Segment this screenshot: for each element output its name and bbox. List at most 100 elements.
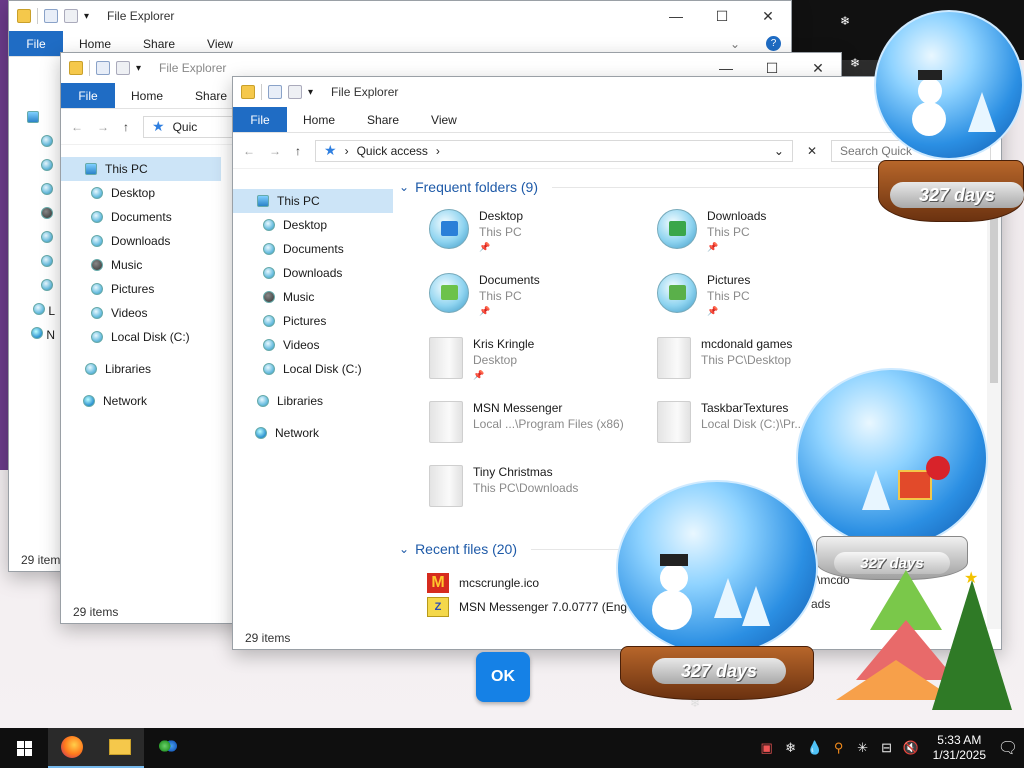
music-icon [263, 291, 275, 303]
tab-share[interactable]: Share [351, 107, 415, 132]
folder-tile-kris-kringle[interactable]: Kris Kringle Desktop 📌 [429, 337, 649, 393]
firefox-icon [61, 736, 83, 758]
tab-file[interactable]: File [9, 31, 63, 56]
christmas-tree-widget[interactable]: ★ [836, 560, 1024, 728]
maximize-button[interactable]: ☐ [699, 1, 745, 31]
breadcrumb-chevron-icon[interactable]: › [436, 144, 440, 158]
clock[interactable]: 5:33 AM 1/31/2025 [933, 733, 986, 763]
sidebar-item-pictures[interactable]: Pictures [233, 309, 393, 333]
sidebar-item-videos[interactable]: Videos [61, 301, 221, 325]
documents-folder-icon [429, 273, 469, 313]
music-icon[interactable] [41, 207, 53, 219]
tab-home[interactable]: Home [287, 107, 351, 132]
videos-icon[interactable] [41, 255, 53, 267]
tray-snowglobe-icon[interactable]: ❄ [783, 740, 799, 756]
forward-arrow-icon[interactable]: → [269, 144, 281, 158]
sidebar-item-local-disk[interactable]: Local Disk (C:) [233, 357, 393, 381]
sidebar-item-pictures[interactable]: Pictures [61, 277, 221, 301]
chevron-down-icon[interactable]: ▾ [84, 11, 89, 22]
sidebar-item-network[interactable]: Network [233, 421, 393, 445]
up-arrow-icon[interactable]: ↑ [123, 120, 129, 134]
tab-view[interactable]: View [415, 107, 473, 132]
taskbar-firefox[interactable] [48, 728, 96, 768]
chevron-down-icon[interactable]: ▾ [136, 63, 141, 74]
network-icon[interactable]: ⊟ [879, 740, 895, 756]
title-bar[interactable]: ▾ File Explorer — ☐ ✕ [9, 1, 791, 31]
clear-address-icon[interactable]: ✕ [807, 144, 817, 158]
tray-search-icon[interactable]: ⚲ [831, 740, 847, 756]
network-icon[interactable] [31, 327, 43, 339]
sidebar-item-network[interactable]: Network [61, 389, 221, 413]
window-title: File Explorer [331, 85, 399, 99]
folder-tile-desktop[interactable]: Desktop This PC 📌 [429, 209, 649, 265]
sidebar-item-this-pc[interactable]: This PC [233, 189, 393, 213]
sidebar-item-libraries[interactable]: Libraries [61, 357, 221, 381]
up-arrow-icon[interactable]: ↑ [295, 144, 301, 158]
this-pc-icon[interactable] [27, 111, 39, 123]
new-folder-icon[interactable] [64, 9, 78, 23]
desktop-icon[interactable] [41, 135, 53, 147]
properties-icon[interactable] [96, 61, 110, 75]
status-bar-text: 29 item [21, 553, 61, 567]
sidebar-item-documents[interactable]: Documents [233, 237, 393, 261]
snow-globe-widget-bottom[interactable]: 327 days [612, 480, 822, 702]
sidebar-item-desktop[interactable]: Desktop [61, 181, 221, 205]
sidebar-item-desktop[interactable]: Desktop [233, 213, 393, 237]
snowflake-icon: ❄ [850, 56, 861, 70]
properties-icon[interactable] [44, 9, 58, 23]
recent-file-row[interactable]: M mcscrungle.ico [427, 573, 539, 593]
taskbar-msn-messenger[interactable] [144, 728, 192, 768]
new-folder-icon[interactable] [288, 85, 302, 99]
sidebar-item-music[interactable]: Music [233, 285, 393, 309]
local-disk-icon[interactable] [41, 279, 53, 291]
address-bar[interactable]: ★ › Quick access › ⌄ [315, 139, 793, 162]
tray-sparkle-icon[interactable]: ✳ [855, 740, 871, 756]
taskbar-file-explorer[interactable] [96, 728, 144, 768]
videos-icon [263, 339, 275, 351]
recent-files-header[interactable]: ⌄ Recent files (20) [399, 541, 619, 557]
sidebar-item-this-pc[interactable]: This PC [61, 157, 221, 181]
videos-icon [91, 307, 103, 319]
tray-app-icon[interactable]: ▣ [759, 740, 775, 756]
chevron-down-icon[interactable]: ▾ [308, 87, 313, 98]
folder-icon [17, 9, 31, 23]
snow-globe-widget-top[interactable]: 327 days [868, 10, 1024, 230]
properties-icon[interactable] [268, 85, 282, 99]
folder-tile-pictures[interactable]: Pictures This PC 📌 [657, 273, 877, 329]
folder-tile-msn-messenger[interactable]: MSN Messenger Local ...\Program Files (x8… [429, 401, 669, 457]
address-text: Quic [172, 119, 198, 134]
sidebar-item-downloads[interactable]: Downloads [61, 229, 221, 253]
downloads-icon[interactable] [41, 183, 53, 195]
nav-pane: This PC Desktop Documents Downloads Musi… [233, 183, 393, 445]
sidebar-item-videos[interactable]: Videos [233, 333, 393, 357]
sidebar-item-documents[interactable]: Documents [61, 205, 221, 229]
folder-tile-documents[interactable]: Documents This PC 📌 [429, 273, 649, 329]
recent-file-row[interactable]: Z MSN Messenger 7.0.0777 (Eng [427, 597, 627, 617]
back-arrow-icon[interactable]: ← [71, 120, 83, 134]
libraries-icon[interactable] [33, 303, 45, 315]
scrollbar-thumb[interactable] [990, 203, 998, 383]
notifications-icon[interactable]: 🗨 [998, 740, 1018, 757]
close-button[interactable]: ✕ [745, 1, 791, 31]
sidebar-item-music[interactable]: Music [61, 253, 221, 277]
minimize-button[interactable]: — [653, 1, 699, 31]
ok-button[interactable]: OK [476, 652, 530, 702]
downloads-icon [263, 267, 275, 279]
folder-tile-downloads[interactable]: Downloads This PC 📌 [657, 209, 877, 265]
tab-home[interactable]: Home [115, 83, 179, 108]
documents-icon[interactable] [41, 159, 53, 171]
volume-muted-icon[interactable]: 🔇 [903, 740, 919, 756]
sidebar-item-local-disk[interactable]: Local Disk (C:) [61, 325, 221, 349]
back-arrow-icon[interactable]: ← [243, 144, 255, 158]
snow-globe-widget-silver[interactable]: 327 days [794, 368, 990, 590]
tab-file[interactable]: File [233, 107, 287, 132]
sidebar-item-downloads[interactable]: Downloads [233, 261, 393, 285]
start-button[interactable] [0, 728, 48, 768]
pictures-icon[interactable] [41, 231, 53, 243]
sidebar-item-libraries[interactable]: Libraries [233, 389, 393, 413]
new-folder-icon[interactable] [116, 61, 130, 75]
tab-file[interactable]: File [61, 83, 115, 108]
forward-arrow-icon[interactable]: → [97, 120, 109, 134]
tray-droplet-icon[interactable]: 💧 [807, 740, 823, 756]
address-dropdown-icon[interactable]: ⌄ [774, 144, 784, 158]
